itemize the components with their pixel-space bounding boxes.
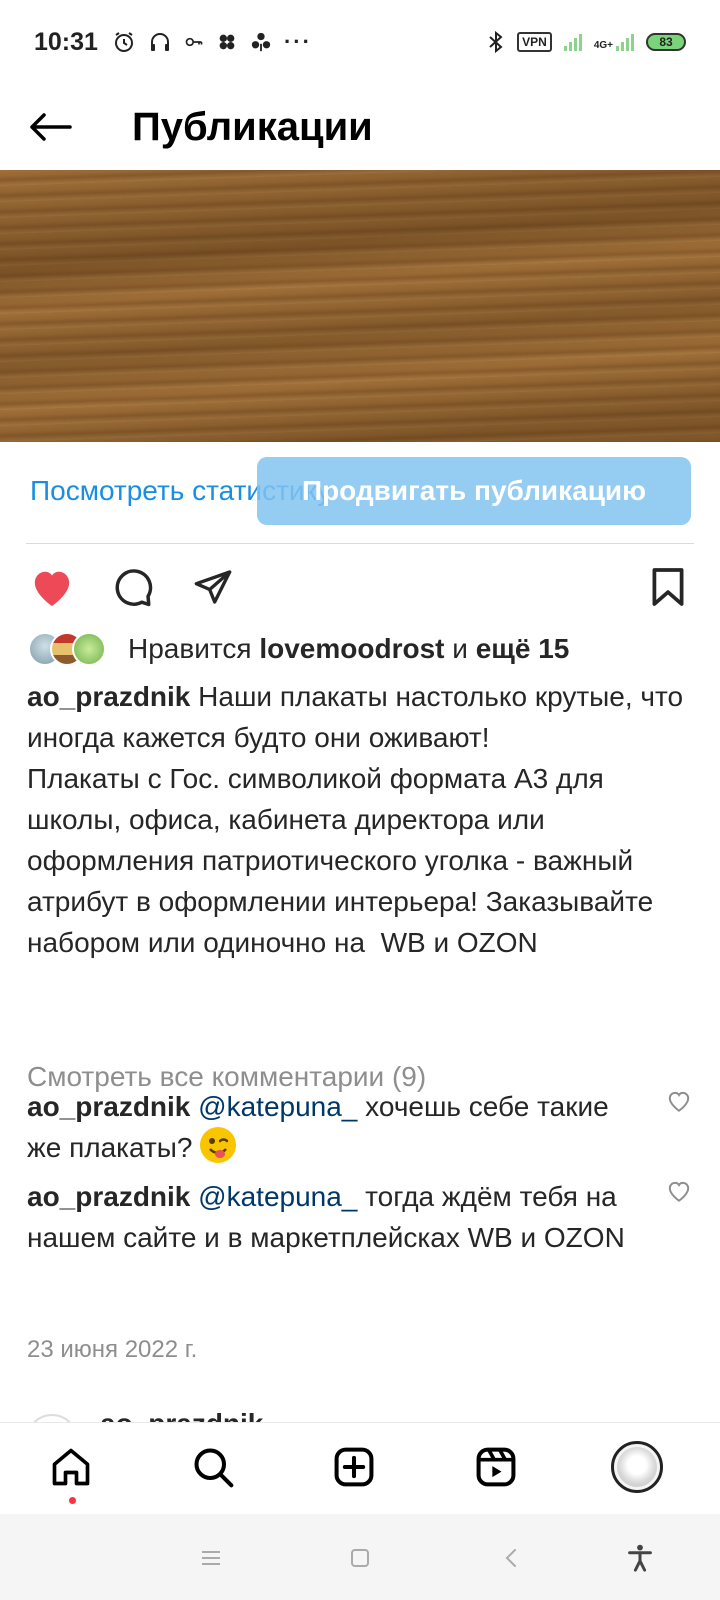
heart-filled-icon [34,571,70,607]
comment-button[interactable] [108,562,158,612]
battery-icon: 83 [646,33,686,51]
system-navigation-bar [0,1514,720,1600]
next-post-author[interactable]: ao_prazdnik [100,1408,263,1422]
share-button[interactable] [188,562,238,612]
comment-author[interactable]: ao_prazdnik [27,1091,190,1122]
square-icon [351,1549,369,1567]
post-caption: ao_prazdnik Наши плакаты настолько круты… [27,676,697,963]
system-status-icons: VPN 4G+ 83 [487,30,686,54]
reels-icon [476,1447,516,1487]
bluetooth-icon [489,30,503,54]
accessibility-icon [628,1544,652,1572]
comment-mention[interactable]: @katepuna_ [198,1091,357,1122]
nav-search[interactable] [181,1435,245,1499]
vpn-badge: VPN [517,32,552,52]
post-insights-row: Посмотреть статистику Продвигать публика… [0,455,720,533]
caption-author[interactable]: ao_prazdnik [27,681,190,712]
comment-like-heart-icon[interactable] [666,1178,692,1204]
arrow-left-icon [30,113,72,141]
accessibility-button[interactable] [622,1540,658,1576]
search-icon [194,1448,234,1488]
comment-item: ao_prazdnik @katepuna_ хочешь себе такие… [27,1086,647,1168]
cellular-signal-icon: 4G+ [594,33,634,51]
home-notification-dot [69,1497,76,1504]
likes-row[interactable]: Нравится lovemoodrost и ещё 15 [28,628,569,670]
key-icon [185,37,203,47]
system-back-button[interactable] [494,1540,530,1576]
post-image[interactable] [0,170,720,442]
likes-prefix: Нравится [128,633,260,664]
app-notification-icon [251,32,271,52]
system-home-button[interactable] [342,1540,378,1576]
headphones-icon [150,33,169,51]
post-action-row [0,562,720,612]
home-icon [52,1448,90,1486]
wifi-signal-icon [563,33,582,51]
like-button[interactable] [27,562,77,612]
comment-item: ao_prazdnik @katepuna_ тогда ждём тебя н… [27,1176,647,1258]
winking-tongue-emoji-icon [200,1127,237,1163]
comment-mention[interactable]: @katepuna_ [198,1181,357,1212]
more-notifications-icon: ··· [283,29,312,54]
save-button[interactable] [643,562,693,612]
system-menu-button[interactable] [193,1540,229,1576]
comment-author[interactable]: ao_prazdnik [27,1181,190,1212]
nav-add-post[interactable] [322,1435,386,1499]
paper-plane-icon [194,570,232,604]
avatar [72,632,106,666]
promote-button[interactable]: Продвигать публикацию [257,457,691,525]
bookmark-icon [652,568,684,606]
promote-button-label: Продвигать публикацию [301,475,647,506]
profile-avatar [611,1441,663,1493]
nav-home[interactable] [39,1435,103,1499]
comment-like-heart-icon[interactable] [666,1088,692,1114]
clover-icon [219,34,235,50]
alarm-icon [114,32,133,52]
caption-text: Наши плакаты настолько крутые, что иногд… [27,681,684,958]
page-title: Публикации [132,104,373,149]
avatar[interactable] [26,1414,78,1422]
likes-middle: и [444,633,476,664]
battery-level: 83 [659,35,673,49]
liker-avatars [28,630,108,668]
status-time: 10:31 [34,27,98,56]
bottom-nav [0,1422,720,1514]
post-date: 23 июня 2022 г. [27,1336,198,1363]
nav-reels[interactable] [464,1435,528,1499]
network-type-label: 4G+ [593,40,613,51]
likes-summary: Нравится lovemoodrost и ещё 15 [128,633,569,665]
next-post-header: ao_prazdnik [0,1400,720,1422]
divider [26,543,694,544]
back-button[interactable] [0,92,100,162]
header: Публикации [0,84,720,170]
menu-icon [202,1551,220,1565]
speech-bubble-icon [115,569,153,607]
status-bar: 10:31 ··· VPN 4G+ 83 [0,0,720,84]
likes-others[interactable]: ещё 15 [476,633,570,664]
liker-username[interactable]: lovemoodrost [259,633,444,664]
add-post-icon [334,1447,374,1487]
notification-icons: ··· [112,29,312,55]
nav-profile[interactable] [605,1435,669,1499]
chevron-left-icon [505,1549,516,1567]
